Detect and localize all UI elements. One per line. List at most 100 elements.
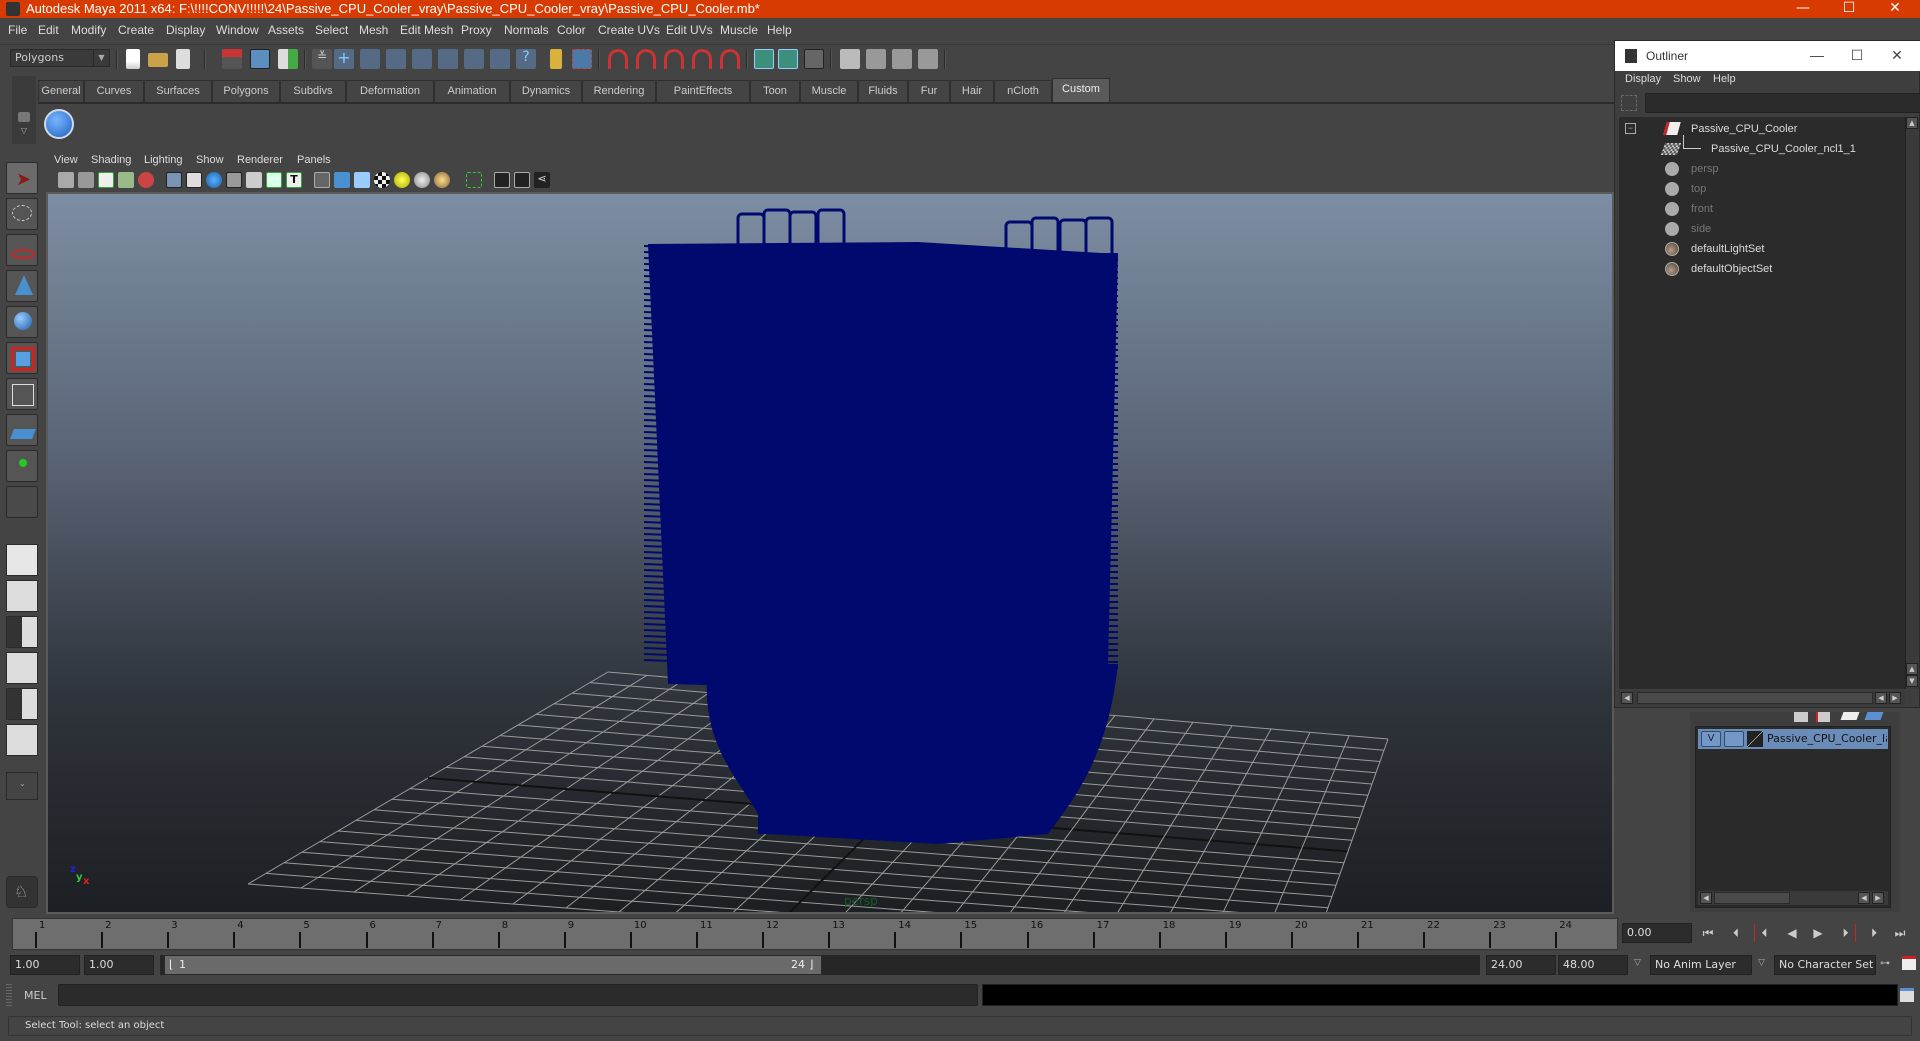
scroll-left-icon[interactable]: ◀ [1700,892,1712,904]
select-by-hierarchy-icon[interactable] [222,49,242,69]
uv-mask-icon[interactable] [438,49,458,69]
grid-icon[interactable] [166,172,182,188]
viewport-menu-shading[interactable]: Shading [91,154,131,166]
script-editor-icon[interactable] [1900,988,1914,1002]
snap-live-icon[interactable] [720,49,740,69]
misc-mask-icon[interactable]: ? [516,49,536,69]
two-d-pan-zoom-icon[interactable] [138,172,154,188]
shelf-tab-curves[interactable]: Curves [84,80,144,102]
current-time-field[interactable]: 0.00 [1622,923,1692,943]
paint-select-tool-button[interactable] [6,234,38,266]
filter-toggle-icon[interactable] [1621,95,1637,111]
shelf-tab-hair[interactable]: Hair [950,80,994,102]
filter-icon[interactable]: ≚ [312,49,332,69]
universal-manipulator-button[interactable] [6,378,38,410]
outliner-menu-help[interactable]: Help [1713,73,1736,85]
edge-mask-icon[interactable] [386,49,406,69]
shelf-tab-general[interactable]: General [38,80,84,102]
new-layer-icon[interactable] [1794,712,1808,722]
outliner-item[interactable]: persp [1619,159,1899,179]
playback-start-field[interactable]: 1.00 [84,955,154,975]
anim-layer-field[interactable]: No Anim Layer [1650,955,1752,975]
construction-history-icon[interactable] [804,49,824,69]
gate-mask-icon[interactable] [226,172,242,188]
scroll-left-icon[interactable]: ◀ [1621,692,1633,704]
outliner-horizontal-scrollbar[interactable]: ◀ ◀ ▶ [1619,691,1905,705]
shelf-tab-custom[interactable]: Custom [1052,78,1110,102]
shelf-tab-painteffects[interactable]: PaintEffects [656,80,750,102]
menu-modify[interactable]: Modify [71,23,106,37]
xray-icon[interactable] [494,172,510,188]
anim-prefs-icon[interactable] [1902,956,1916,970]
menu-create-uvs[interactable]: Create UVs [598,23,660,37]
menu-set-dropdown[interactable]: Polygons ▼ [10,49,110,67]
shelf-tab-animation[interactable]: Animation [434,80,510,102]
scroll-right-icon[interactable]: ▶ [1872,892,1884,904]
outliner-item[interactable]: − Passive_CPU_Cooler [1619,119,1899,139]
menu-mesh[interactable]: Mesh [359,23,388,37]
outliner-item[interactable]: Passive_CPU_Cooler_ncl1_1 [1619,135,1899,159]
layer-option-icon[interactable] [1840,712,1860,720]
wireframe-icon[interactable] [314,172,330,188]
shelf-tab-dynamics[interactable]: Dynamics [510,80,582,102]
step-forward-key-button[interactable]: ⏵ [1836,924,1856,942]
shelf-tab-ncloth[interactable]: nCloth [994,80,1052,102]
viewport-menu-renderer[interactable]: Renderer [237,154,283,166]
step-forward-frame-button[interactable]: ⏵ [1864,924,1884,942]
outliner-item[interactable]: defaultObjectSet [1619,259,1899,279]
select-tool-button[interactable]: ➤ [6,162,38,194]
xray-joints-icon[interactable] [514,172,530,188]
shelf-menu-icon[interactable] [18,112,30,122]
shelf-dropdown-icon[interactable]: ▽ [18,126,30,135]
scroll-left-icon[interactable]: ◀ [1858,892,1870,904]
maximize-button[interactable]: ☐ [1826,0,1872,18]
outliner-minimize-button[interactable]: — [1797,41,1837,71]
menu-edit-uvs[interactable]: Edit UVs [666,23,713,37]
outliner-item[interactable]: defaultLightSet [1619,239,1899,259]
anim-layer-dropdown-icon[interactable]: ▽ [1634,958,1641,968]
share-icon[interactable]: ⋖ [534,172,550,188]
film-gate-icon[interactable] [186,172,202,188]
range-start-handle[interactable]: ⌊ [169,956,173,974]
layer-row[interactable]: V Passive_CPU_Cooler_layer [1698,729,1888,749]
highlight-selection-icon[interactable] [572,49,592,69]
layout-persp-graph-hypergraph[interactable] [6,724,38,756]
input-ops-icon[interactable] [754,49,774,69]
menu-color[interactable]: Color [557,23,586,37]
viewport-menu-view[interactable]: View [54,154,78,166]
shelf-tab-muscle[interactable]: Muscle [800,80,858,102]
character-set-dropdown-icon[interactable]: ▽ [1758,958,1765,968]
animation-start-field[interactable]: 1.00 [10,955,80,975]
outliner-filter-input[interactable] [1645,93,1920,113]
menu-display[interactable]: Display [166,23,205,37]
layer-horizontal-scrollbar[interactable]: ◀ ◀ ▶ [1698,891,1888,905]
go-to-start-button[interactable]: ⏮ [1698,924,1718,942]
layer-visibility-toggle[interactable]: V [1701,731,1721,747]
range-end-handle[interactable]: ⌋ [809,956,813,974]
layout-four-view[interactable] [6,580,38,612]
menu-select[interactable]: Select [315,23,348,37]
scale-tool-button[interactable] [6,342,38,374]
face-mask-icon[interactable] [412,49,432,69]
step-back-frame-button[interactable]: ⏴ [1726,924,1746,942]
resolution-gate-icon[interactable] [206,172,222,188]
layer-playback-toggle[interactable] [1724,731,1744,747]
layout-persp-graph[interactable] [6,652,38,684]
viewport-menu-show[interactable]: Show [196,154,224,166]
use-all-lights-icon[interactable] [394,172,410,188]
camera-attributes-icon[interactable] [78,172,94,188]
minimize-button[interactable]: — [1780,0,1826,18]
scroll-left-icon[interactable]: ◀ [1875,692,1887,704]
render-mask-icon[interactable] [490,49,510,69]
field-chart-icon[interactable] [246,172,262,188]
render-settings-icon[interactable] [892,49,912,69]
character-set-field[interactable]: No Character Set [1774,955,1876,975]
scroll-thumb[interactable] [1714,892,1790,904]
select-by-object-icon[interactable] [250,49,270,69]
high-quality-icon[interactable] [434,172,450,188]
shelf-tab-deformation[interactable]: Deformation [346,80,434,102]
play-backward-button[interactable]: ◀ [1782,924,1802,942]
shelf-tab-polygons[interactable]: Polygons [212,80,280,102]
menu-proxy[interactable]: Proxy [461,23,492,37]
animation-end-field[interactable]: 48.00 [1558,955,1628,975]
